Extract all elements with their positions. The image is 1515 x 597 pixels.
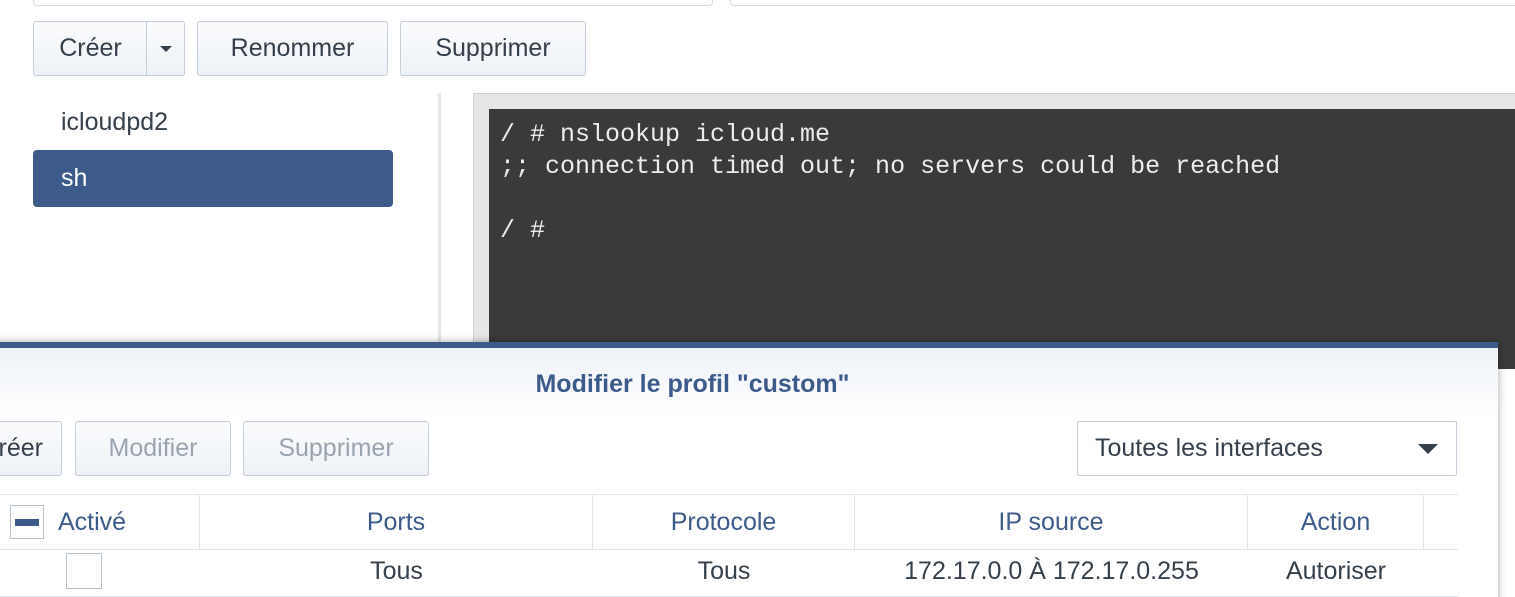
terminal-line: / # nslookup icloud.me: [500, 120, 831, 149]
rule-delete-label: Supprimer: [278, 434, 394, 462]
delete-button[interactable]: Supprimer: [400, 21, 586, 76]
rule-delete-button[interactable]: Supprimer: [243, 421, 429, 476]
create-button-label: Créer: [59, 34, 122, 62]
dialog-title: Modifier le profil "custom": [535, 370, 850, 398]
dialog-header: Modifier le profil "custom": [0, 348, 1498, 418]
column-header-label: Protocole: [670, 507, 777, 536]
cell-active: [0, 548, 200, 594]
rule-create-button[interactable]: Créer: [0, 421, 62, 476]
rename-button[interactable]: Renommer: [197, 21, 388, 76]
chevron-down-icon: [159, 45, 172, 52]
delete-button-label: Supprimer: [435, 34, 551, 62]
interface-select[interactable]: Toutes les interfaces: [1077, 421, 1457, 476]
interface-select-value: Toutes les interfaces: [1095, 434, 1323, 462]
list-item-icloudpd2[interactable]: icloudpd2: [33, 94, 393, 151]
terminal-output[interactable]: / # nslookup icloud.me ;; connection time…: [489, 109, 1515, 369]
list-item-label: sh: [61, 164, 88, 192]
terminal-line: ;; connection timed out; no servers coul…: [500, 152, 1281, 181]
table-row[interactable]: Tous Tous 172.17.0.0 À 172.17.0.255 Auto…: [0, 548, 1458, 597]
terminal-line: / #: [500, 216, 546, 245]
column-header-active[interactable]: Activé: [0, 495, 200, 549]
indeterminate-icon: [15, 518, 39, 526]
select-all-checkbox[interactable]: [10, 505, 44, 539]
column-header-label: IP source: [998, 507, 1104, 536]
rule-modify-button[interactable]: Modifier: [75, 421, 231, 476]
column-header-action[interactable]: Action: [1248, 495, 1424, 549]
cell-ports: Tous: [370, 556, 423, 585]
panel-divider[interactable]: [438, 93, 441, 353]
column-header-label: Activé: [58, 507, 127, 536]
app-window: Créer Renommer Supprimer icloudpd2 sh / …: [0, 0, 1515, 597]
column-header-protocol[interactable]: Protocole: [593, 495, 855, 549]
chevron-down-icon: [1418, 444, 1438, 454]
column-header-label: Action: [1300, 507, 1371, 536]
rename-button-label: Renommer: [230, 34, 355, 62]
rule-enabled-checkbox[interactable]: [66, 553, 102, 589]
edit-profile-dialog: Modifier le profil "custom" Créer Modifi…: [0, 342, 1498, 597]
rule-create-label: Créer: [0, 434, 43, 462]
tab-left[interactable]: [33, 0, 713, 6]
column-header-ports[interactable]: Ports: [200, 495, 593, 549]
column-header-source-ip[interactable]: IP source: [855, 495, 1248, 549]
rules-table-header: Activé Ports Protocole IP source Action: [0, 494, 1458, 550]
tab-right[interactable]: [730, 0, 1515, 6]
list-item-label: icloudpd2: [61, 108, 169, 136]
create-button[interactable]: Créer: [33, 21, 147, 76]
rule-modify-label: Modifier: [108, 434, 198, 462]
column-header-label: Ports: [366, 507, 426, 536]
cell-protocol: Tous: [697, 556, 751, 585]
cell-source-ip: 172.17.0.0 À 172.17.0.255: [904, 556, 1199, 585]
list-item-sh[interactable]: sh: [33, 150, 393, 207]
cell-action: Autoriser: [1285, 556, 1387, 585]
column-header-spacer: [1424, 495, 1458, 549]
create-dropdown-button[interactable]: [146, 21, 185, 76]
